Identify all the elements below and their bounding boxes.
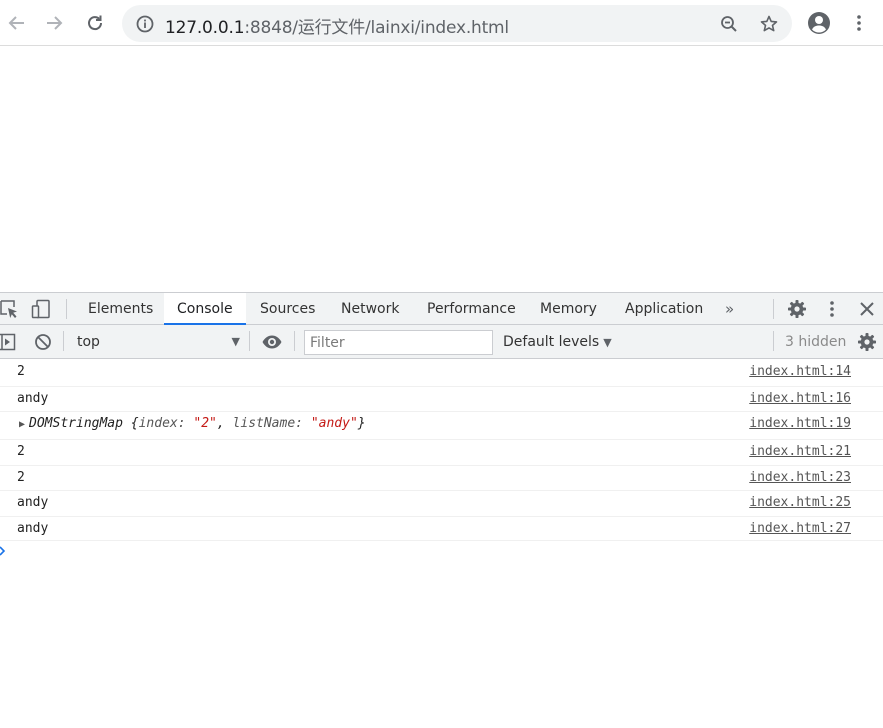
message-text: andy xyxy=(17,495,49,510)
log-levels-label: Default levels xyxy=(503,334,600,350)
tab-network[interactable]: Network xyxy=(328,293,412,325)
console-message: 2 index.html:23 xyxy=(0,466,883,491)
tab-console[interactable]: Console xyxy=(164,293,246,325)
account-circle-icon xyxy=(808,12,830,34)
object-type: DOMStringMap xyxy=(29,416,123,431)
arrow-right-icon xyxy=(47,16,63,30)
prompt-chevron-icon xyxy=(0,546,6,556)
devtools-panel: Elements Console Sources Network Perform… xyxy=(0,292,883,728)
log-levels-dropdown[interactable]: Default levels ▼ xyxy=(503,331,612,354)
console-message-object[interactable]: ▶ DOMStringMap {index: "2", listName: "an… xyxy=(0,412,883,440)
customize-menu-icon[interactable] xyxy=(821,298,843,320)
settings-gear-icon[interactable] xyxy=(786,298,808,320)
message-text: 2 xyxy=(17,364,25,379)
object-value: "andy" xyxy=(310,416,358,431)
source-link[interactable]: index.html:25 xyxy=(749,495,851,510)
filter-input[interactable] xyxy=(304,330,493,355)
expand-triangle-icon[interactable]: ▶ xyxy=(19,419,25,430)
devtools-tabbar: Elements Console Sources Network Perform… xyxy=(0,293,883,325)
console-prompt[interactable] xyxy=(0,543,30,563)
tabbar-divider xyxy=(66,299,67,319)
console-message: andy index.html:16 xyxy=(0,387,883,412)
hidden-messages-count: 3 hidden xyxy=(785,334,847,350)
zoom-out-icon[interactable] xyxy=(718,13,740,35)
browser-toolbar: 127.0.0.1:8848/运行文件/lainxi/index.html xyxy=(0,0,883,46)
message-text: andy xyxy=(17,391,49,406)
arrow-left-icon xyxy=(8,16,24,30)
url-text[interactable]: 127.0.0.1:8848/运行文件/lainxi/index.html xyxy=(165,13,509,38)
tab-sources[interactable]: Sources xyxy=(247,293,328,325)
console-toolbar: top ▼ Default levels▼ 3 hidden xyxy=(0,325,883,359)
tabbar-divider xyxy=(773,299,774,319)
console-message: 2 index.html:21 xyxy=(0,440,883,466)
live-expression-eye-icon[interactable] xyxy=(261,332,283,352)
source-link[interactable]: index.html:19 xyxy=(749,416,851,431)
profile-button[interactable] xyxy=(802,6,836,40)
object-key: listName: xyxy=(232,416,311,431)
console-message: andy index.html:25 xyxy=(0,491,883,517)
tabs-overflow-button[interactable]: » xyxy=(717,293,742,325)
inspect-element-icon[interactable] xyxy=(0,298,20,320)
message-text: andy xyxy=(17,521,49,536)
toolbar-divider xyxy=(249,331,250,351)
address-bar[interactable]: 127.0.0.1:8848/运行文件/lainxi/index.html xyxy=(122,5,792,42)
tab-performance[interactable]: Performance xyxy=(414,293,529,325)
dropdown-arrow-icon: ▼ xyxy=(603,336,612,349)
source-link[interactable]: index.html:16 xyxy=(749,391,851,406)
kebab-menu-icon xyxy=(857,15,861,31)
close-devtools-icon[interactable] xyxy=(856,298,878,320)
message-text: 2 xyxy=(17,470,25,485)
tab-elements[interactable]: Elements xyxy=(75,293,166,325)
context-value: top xyxy=(77,334,100,350)
info-icon[interactable] xyxy=(135,14,155,34)
tab-application[interactable]: Application xyxy=(612,293,716,325)
console-messages: 2 index.html:14 andy index.html:16 ▶ DOMS… xyxy=(0,360,883,541)
source-link[interactable]: index.html:27 xyxy=(749,521,851,536)
forward-button[interactable] xyxy=(37,6,71,40)
object-key: index: xyxy=(138,416,194,431)
url-host: 127.0.0.1 xyxy=(165,18,245,38)
object-value: "2" xyxy=(193,416,217,431)
dropdown-arrow-icon: ▼ xyxy=(231,335,240,348)
console-settings-gear-icon[interactable] xyxy=(857,332,877,352)
back-button[interactable] xyxy=(0,6,34,40)
clear-console-icon[interactable] xyxy=(33,332,53,352)
console-message: 2 index.html:14 xyxy=(0,360,883,387)
object-brace: } xyxy=(357,416,366,431)
star-icon[interactable] xyxy=(758,13,780,35)
reload-button[interactable] xyxy=(78,6,112,40)
toolbar-divider xyxy=(63,331,64,351)
source-link[interactable]: index.html:14 xyxy=(749,364,851,379)
browser-menu-button[interactable] xyxy=(842,6,876,40)
device-toolbar-icon[interactable] xyxy=(30,298,52,320)
message-text: 2 xyxy=(17,444,25,459)
url-path: :8848/运行文件/lainxi/index.html xyxy=(244,18,509,38)
console-message: andy index.html:27 xyxy=(0,517,883,541)
context-selector[interactable]: top ▼ xyxy=(68,331,244,353)
source-link[interactable]: index.html:23 xyxy=(749,470,851,485)
tab-memory[interactable]: Memory xyxy=(527,293,610,325)
object-separator: , xyxy=(216,416,233,431)
sidebar-toggle-icon[interactable] xyxy=(0,332,17,352)
object-brace: { xyxy=(130,416,139,431)
toolbar-divider xyxy=(294,331,295,351)
page-viewport xyxy=(0,47,883,292)
toolbar-divider xyxy=(773,331,774,351)
object-preview[interactable]: ▶ DOMStringMap {index: "2", listName: "an… xyxy=(19,416,366,431)
reload-icon xyxy=(88,15,103,31)
source-link[interactable]: index.html:21 xyxy=(749,444,851,459)
